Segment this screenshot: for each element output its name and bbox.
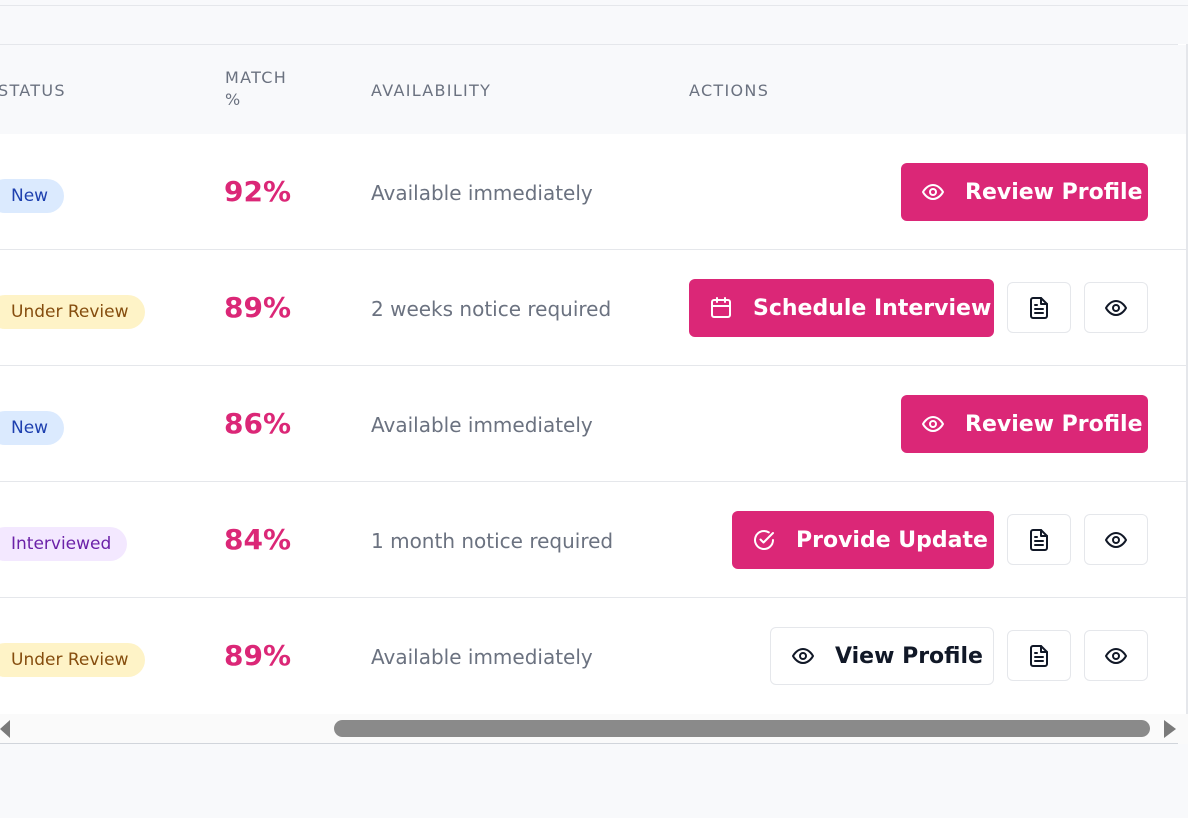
review-profile-button[interactable]: Review Profile <box>901 163 1148 221</box>
eye-icon <box>921 180 945 204</box>
review-profile-label: Review Profile <box>965 179 1143 205</box>
eye-icon <box>791 644 815 668</box>
table-header: STATUS MATCH % AVAILABILITY ACTIONS <box>0 45 1186 134</box>
preview-button[interactable] <box>1084 282 1148 333</box>
match-percent: 86% <box>224 407 292 440</box>
scroll-left-arrow-icon[interactable] <box>0 720 10 738</box>
scrollbar-thumb[interactable] <box>334 720 1150 737</box>
match-percent: 89% <box>224 291 292 324</box>
column-header-availability: AVAILABILITY <box>371 81 492 100</box>
table-row: New 86% Available immediately Review Pro… <box>0 366 1186 482</box>
preview-button[interactable] <box>1084 514 1148 565</box>
table-row: Under Review 89% 2 weeks notice required… <box>0 250 1186 366</box>
table-row: Interviewed 84% 1 month notice required … <box>0 482 1186 598</box>
availability-text: 2 weeks notice required <box>371 297 612 321</box>
availability-text: Available immediately <box>371 181 593 205</box>
availability-text: 1 month notice required <box>371 529 614 553</box>
status-badge: New <box>0 411 65 445</box>
view-profile-label: View Profile <box>835 643 983 669</box>
status-badge: Under Review <box>0 295 145 329</box>
provide-update-label: Provide Update <box>796 527 988 553</box>
eye-icon <box>1104 528 1128 552</box>
scroll-right-arrow-icon[interactable] <box>1164 720 1176 738</box>
document-icon <box>1027 644 1051 668</box>
column-header-status: STATUS <box>0 81 66 100</box>
match-percent: 89% <box>224 639 292 672</box>
document-icon <box>1027 528 1051 552</box>
availability-text: Available immediately <box>371 413 593 437</box>
eye-icon <box>1104 644 1128 668</box>
schedule-interview-button[interactable]: Schedule Interview <box>689 279 994 337</box>
view-documents-button[interactable] <box>1007 630 1071 681</box>
review-profile-label: Review Profile <box>965 411 1143 437</box>
check-circle-icon <box>752 528 776 552</box>
page: STATUS MATCH % AVAILABILITY ACTIONS New … <box>0 0 1188 818</box>
calendar-icon <box>709 296 733 320</box>
status-badge: Interviewed <box>0 527 128 561</box>
document-icon <box>1027 296 1051 320</box>
table-row: Under Review 89% Available immediately V… <box>0 598 1186 714</box>
table-row: New 92% Available immediately Review Pro… <box>0 134 1186 250</box>
status-badge: Under Review <box>0 643 145 677</box>
review-profile-button[interactable]: Review Profile <box>901 395 1148 453</box>
view-profile-button[interactable]: View Profile <box>770 627 994 685</box>
availability-text: Available immediately <box>371 645 593 669</box>
column-header-match: MATCH % <box>225 68 288 109</box>
provide-update-button[interactable]: Provide Update <box>732 511 994 569</box>
view-documents-button[interactable] <box>1007 282 1071 333</box>
eye-icon <box>921 412 945 436</box>
column-header-actions: ACTIONS <box>689 81 770 100</box>
view-documents-button[interactable] <box>1007 514 1071 565</box>
match-percent: 92% <box>224 175 292 208</box>
preview-button[interactable] <box>1084 630 1148 681</box>
candidates-table: STATUS MATCH % AVAILABILITY ACTIONS New … <box>0 44 1188 744</box>
status-badge: New <box>0 179 65 213</box>
schedule-interview-label: Schedule Interview <box>753 295 992 321</box>
match-percent: 84% <box>224 523 292 556</box>
divider <box>0 743 1178 744</box>
divider <box>0 5 1188 6</box>
eye-icon <box>1104 296 1128 320</box>
